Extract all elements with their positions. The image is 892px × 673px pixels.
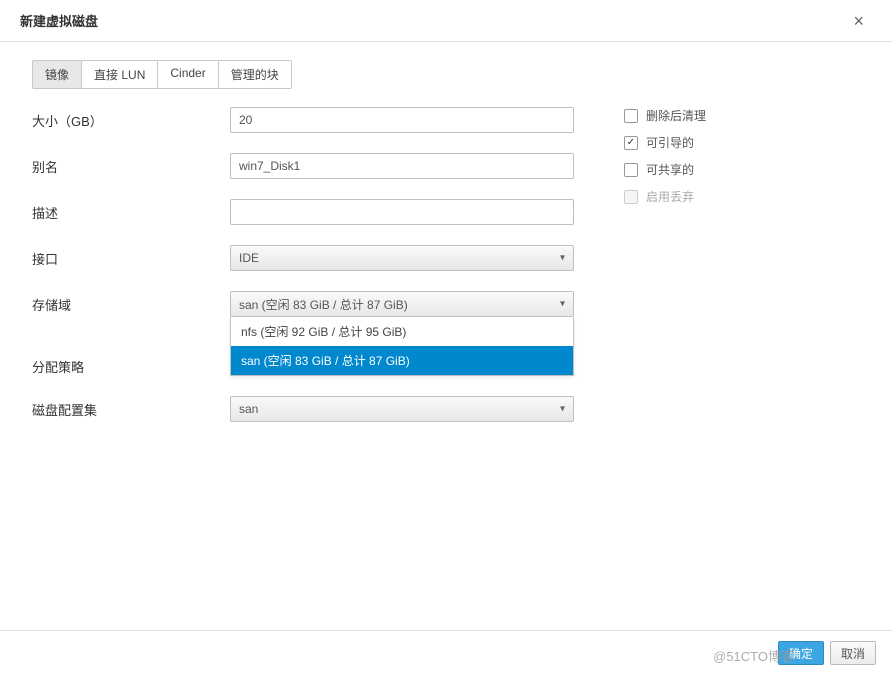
row-interface: 接口 IDE xyxy=(32,245,574,271)
label-interface: 接口 xyxy=(32,245,230,268)
row-disk-profile: 磁盘配置集 san xyxy=(32,396,574,422)
label-size: 大小（GB） xyxy=(32,107,230,130)
row-enable-discard: 启用丢弃 xyxy=(624,188,706,205)
label-alias: 别名 xyxy=(32,153,230,176)
left-field-column: 大小（GB） 别名 描述 xyxy=(32,107,574,442)
label-storage-domain: 存储域 xyxy=(32,291,230,314)
new-virtual-disk-dialog: 新建虚拟磁盘 × 镜像 直接 LUN Cinder 管理的块 大小（GB） 别名 xyxy=(0,0,892,673)
disk-profile-value: san xyxy=(239,402,258,416)
wipe-after-delete-checkbox[interactable] xyxy=(624,109,638,123)
dialog-footer: 确定 取消 xyxy=(0,630,892,673)
wipe-after-delete-label: 删除后清理 xyxy=(646,107,706,124)
bootable-label: 可引导的 xyxy=(646,134,694,151)
row-size: 大小（GB） xyxy=(32,107,574,133)
row-shareable: 可共享的 xyxy=(624,161,706,178)
storage-domain-value: san (空闲 83 GiB / 总计 87 GiB) xyxy=(239,296,408,313)
storage-domain-dropdown: nfs (空闲 92 GiB / 总计 95 GiB) san (空闲 83 G… xyxy=(230,317,574,376)
dialog-title: 新建虚拟磁盘 xyxy=(20,11,98,30)
size-input[interactable] xyxy=(230,107,574,133)
enable-discard-checkbox xyxy=(624,190,638,204)
row-bootable: 可引导的 xyxy=(624,134,706,151)
checkbox-column: 删除后清理 可引导的 可共享的 启用丢弃 xyxy=(624,107,706,205)
dialog-body: 镜像 直接 LUN Cinder 管理的块 大小（GB） 别名 xyxy=(0,42,892,630)
alias-input[interactable] xyxy=(230,153,574,179)
label-description: 描述 xyxy=(32,199,230,222)
storage-domain-select[interactable]: san (空闲 83 GiB / 总计 87 GiB) xyxy=(230,291,574,317)
storage-domain-option-nfs[interactable]: nfs (空闲 92 GiB / 总计 95 GiB) xyxy=(231,317,573,346)
row-storage-domain: 存储域 san (空闲 83 GiB / 总计 87 GiB) nfs (空闲 … xyxy=(32,291,574,317)
tab-image[interactable]: 镜像 xyxy=(33,61,82,88)
ok-button[interactable]: 确定 xyxy=(778,641,824,665)
disk-profile-select[interactable]: san xyxy=(230,396,574,422)
shareable-label: 可共享的 xyxy=(646,161,694,178)
form-top-grid: 大小（GB） 别名 描述 xyxy=(32,107,860,442)
tab-direct-lun[interactable]: 直接 LUN xyxy=(82,61,158,88)
shareable-checkbox[interactable] xyxy=(624,163,638,177)
close-icon[interactable]: × xyxy=(845,8,872,34)
label-disk-profile: 磁盘配置集 xyxy=(32,396,230,419)
enable-discard-label: 启用丢弃 xyxy=(646,188,694,205)
interface-select[interactable]: IDE xyxy=(230,245,574,271)
tab-cinder[interactable]: Cinder xyxy=(158,61,218,88)
tab-managed-block[interactable]: 管理的块 xyxy=(219,61,291,88)
row-alias: 别名 xyxy=(32,153,574,179)
cancel-button[interactable]: 取消 xyxy=(830,641,876,665)
disk-type-tabs: 镜像 直接 LUN Cinder 管理的块 xyxy=(32,60,292,89)
storage-domain-option-san[interactable]: san (空闲 83 GiB / 总计 87 GiB) xyxy=(231,346,573,375)
bootable-checkbox[interactable] xyxy=(624,136,638,150)
interface-value: IDE xyxy=(239,251,259,265)
description-input[interactable] xyxy=(230,199,574,225)
row-wipe-after-delete: 删除后清理 xyxy=(624,107,706,124)
row-description: 描述 xyxy=(32,199,574,225)
label-allocation-policy: 分配策略 xyxy=(32,353,230,376)
dialog-header: 新建虚拟磁盘 × xyxy=(0,0,892,42)
